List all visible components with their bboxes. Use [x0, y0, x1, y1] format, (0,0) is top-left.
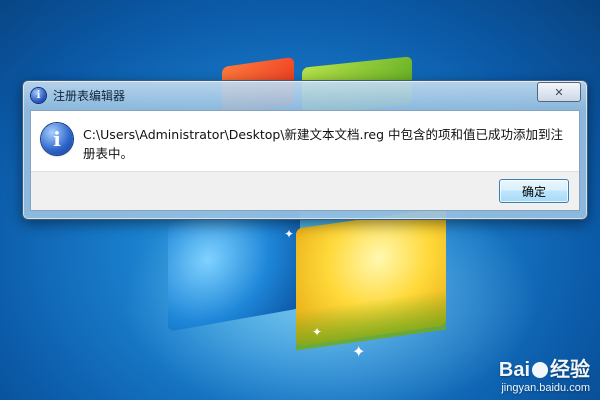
close-button[interactable]: ✕	[537, 82, 581, 102]
watermark-logo: Bai 经验	[499, 353, 590, 382]
paw-icon	[532, 362, 548, 378]
watermark-logo-post: 经验	[550, 359, 590, 381]
dialog-footer: 确定	[31, 171, 579, 210]
ok-button[interactable]: 确定	[499, 179, 569, 203]
sparkle-icon: ✦	[284, 227, 295, 241]
sparkle-icon: ✦	[352, 342, 366, 361]
dialog-titlebar[interactable]: i 注册表编辑器 ✕	[23, 81, 587, 109]
dialog-message: C:\Users\Administrator\Desktop\新建文本文档.re…	[83, 127, 563, 161]
dialog-title: 注册表编辑器	[53, 89, 126, 103]
dialog-body: i C:\Users\Administrator\Desktop\新建文本文档.…	[30, 110, 580, 211]
sparkle-icon: ✦	[312, 325, 323, 339]
info-icon: i	[41, 123, 73, 155]
info-icon: i	[31, 88, 46, 103]
message-dialog: i 注册表编辑器 ✕ i C:\Users\Administrator\Desk…	[22, 80, 588, 220]
watermark-site: jingyan.baidu.com	[501, 382, 590, 394]
watermark-logo-pre: Bai	[498, 359, 530, 381]
baidu-jingyan-watermark: Bai 经验 jingyan.baidu.com	[499, 353, 590, 394]
